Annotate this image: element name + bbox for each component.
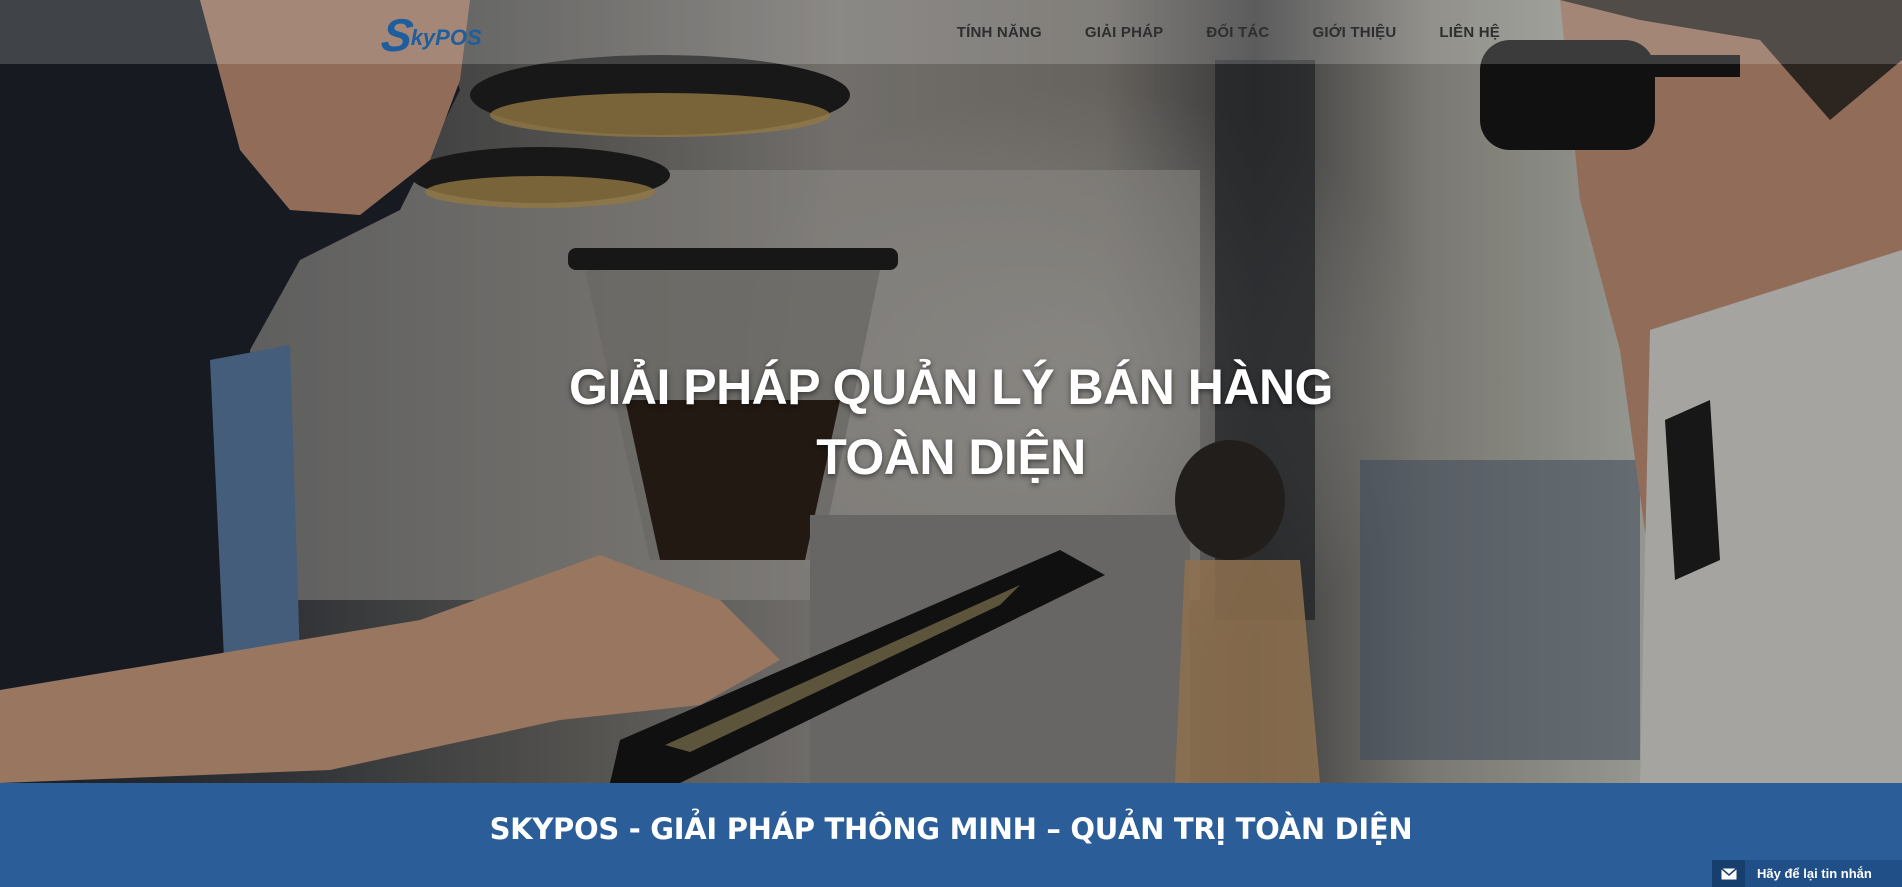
leave-message-widget[interactable]: Hãy để lại tin nhắn bbox=[1712, 860, 1902, 887]
hero-headline-line2: TOÀN DIỆN bbox=[816, 429, 1086, 485]
logo-initial: S bbox=[378, 9, 417, 61]
logo-text: kyPOS bbox=[410, 25, 482, 50]
nav-item-giai-phap[interactable]: GIẢI PHÁP bbox=[1085, 24, 1163, 41]
skypos-logo[interactable]: S kyPOS bbox=[378, 9, 482, 61]
main-nav: TÍNH NĂNG GIẢI PHÁP ĐỐI TÁC GIỚI THIỆU L… bbox=[957, 0, 1500, 64]
nav-item-tinh-nang[interactable]: TÍNH NĂNG bbox=[957, 24, 1042, 41]
top-navbar: S kyPOS TÍNH NĂNG GIẢI PHÁP ĐỐI TÁC GIỚI… bbox=[0, 0, 1902, 64]
nav-item-gioi-thieu[interactable]: GIỚI THIỆU bbox=[1312, 24, 1396, 41]
banner-title: SKYPOS - GIẢI PHÁP THÔNG MINH – QUẢN TRỊ… bbox=[489, 812, 1413, 846]
nav-item-lien-he[interactable]: LIÊN HỆ bbox=[1439, 24, 1500, 41]
hero-headline: GIẢI PHÁP QUẢN LÝ BÁN HÀNG TOÀN DIỆN bbox=[0, 352, 1902, 492]
hero-headline-line1: GIẢI PHÁP QUẢN LÝ BÁN HÀNG bbox=[569, 359, 1333, 415]
envelope-icon bbox=[1712, 860, 1745, 887]
nav-item-doi-tac[interactable]: ĐỐI TÁC bbox=[1206, 24, 1269, 41]
leave-message-label: Hãy để lại tin nhắn bbox=[1757, 866, 1872, 881]
